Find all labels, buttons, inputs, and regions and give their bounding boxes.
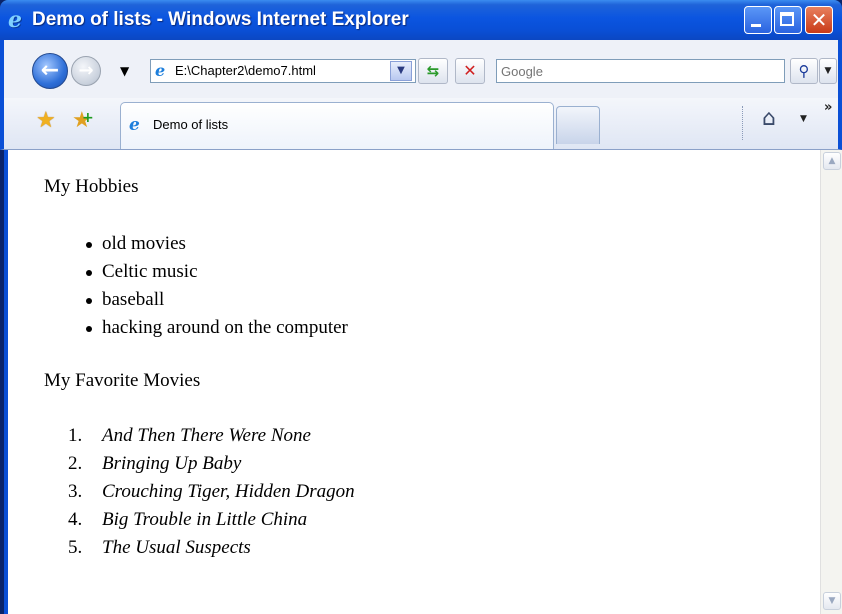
movies-heading: My Favorite Movies — [44, 370, 201, 391]
home-icon[interactable]: ⌂ — [762, 106, 776, 131]
address-bar[interactable]: e E:\Chapter2\demo7.html — [150, 59, 416, 83]
list-number: 3. — [68, 481, 83, 502]
list-item: old movies — [44, 230, 348, 258]
maximize-button[interactable] — [774, 6, 802, 34]
add-favorite-icon[interactable]: ★ + — [72, 108, 94, 133]
list-number: 4. — [68, 509, 83, 530]
search-icon: ⚲ — [798, 62, 810, 80]
list-item: hacking around on the computer — [44, 314, 348, 342]
scroll-down-button[interactable]: ▼ — [823, 592, 841, 610]
search-input[interactable] — [501, 62, 776, 80]
close-button[interactable]: ✕ — [805, 6, 833, 34]
favorites-star-icon[interactable]: ★ — [36, 108, 56, 133]
home-dropdown-icon[interactable]: ▼ — [800, 114, 807, 124]
more-tools-chevron-icon[interactable]: » — [824, 100, 832, 115]
movie-title: Big Trouble in Little China — [102, 509, 308, 530]
list-item: 2. Bringing Up Baby — [44, 450, 355, 478]
movies-list: 1. And Then There Were None 2. Bringing Up… — [44, 422, 355, 562]
address-dropdown-button[interactable]: ▼ — [390, 61, 412, 81]
address-text[interactable]: E:\Chapter2\demo7.html — [175, 63, 316, 78]
tab-label: Demo of lists — [153, 117, 229, 132]
close-icon: ✕ — [810, 8, 828, 32]
list-number: 2. — [68, 453, 83, 474]
movie-title: Bringing Up Baby — [102, 453, 242, 474]
title-bar[interactable]: e Demo of lists - Windows Internet Explo… — [0, 0, 842, 40]
forward-arrow-icon: → — [78, 60, 94, 81]
tab-bar: ★ ★ + e Demo of lists ⌂ ▼ » — [0, 98, 842, 150]
ie-tab-icon: e — [129, 115, 140, 135]
new-tab-button[interactable] — [556, 106, 600, 144]
forward-button[interactable]: → — [71, 56, 101, 86]
refresh-icon: ⇆ — [426, 62, 440, 80]
vertical-scrollbar[interactable]: ▲ ▼ — [820, 150, 842, 614]
movie-title: The Usual Suspects — [102, 537, 251, 558]
back-button[interactable]: ← — [32, 53, 68, 89]
toolbar-separator — [742, 106, 743, 140]
scroll-up-button[interactable]: ▲ — [823, 152, 841, 170]
history-dropdown-icon[interactable]: ▼ — [120, 64, 129, 78]
search-button[interactable]: ⚲ — [790, 58, 818, 84]
list-item: 3. Crouching Tiger, Hidden Dragon — [44, 478, 355, 506]
navigation-bar: ← → ▼ e E:\Chapter2\demo7.html ▼ ⇆ ✕ ⚲ ▼ — [0, 40, 842, 98]
list-item: Celtic music — [44, 258, 348, 286]
ie-logo-icon: e — [8, 7, 22, 33]
chevron-up-icon: ▲ — [828, 156, 836, 166]
browser-window: e Demo of lists - Windows Internet Explo… — [0, 0, 842, 614]
hobbies-list: old movies Celtic music baseball hacking… — [44, 230, 348, 342]
list-number: 5. — [68, 537, 83, 558]
stop-button[interactable]: ✕ — [455, 58, 485, 84]
ie-page-icon: e — [155, 61, 166, 80]
minimize-button[interactable] — [744, 6, 772, 34]
list-item: baseball — [44, 286, 348, 314]
movie-title: Crouching Tiger, Hidden Dragon — [102, 481, 355, 502]
list-number: 1. — [68, 425, 83, 446]
search-box[interactable] — [496, 59, 785, 83]
search-options-dropdown[interactable]: ▼ — [819, 58, 837, 84]
window-title: Demo of lists - Windows Internet Explore… — [32, 9, 409, 30]
chevron-down-icon: ▼ — [828, 596, 836, 606]
list-item: 5. The Usual Suspects — [44, 534, 355, 562]
movie-title: And Then There Were None — [102, 425, 311, 446]
back-arrow-icon: ← — [40, 58, 60, 83]
stop-icon: ✕ — [463, 61, 477, 80]
refresh-button[interactable]: ⇆ — [418, 58, 448, 84]
tab-active[interactable]: e Demo of lists — [120, 102, 554, 149]
list-item: 4. Big Trouble in Little China — [44, 506, 355, 534]
list-item: 1. And Then There Were None — [44, 422, 355, 450]
hobbies-heading: My Hobbies — [44, 176, 139, 197]
page-content: My Hobbies old movies Celtic music baseb… — [4, 150, 842, 614]
